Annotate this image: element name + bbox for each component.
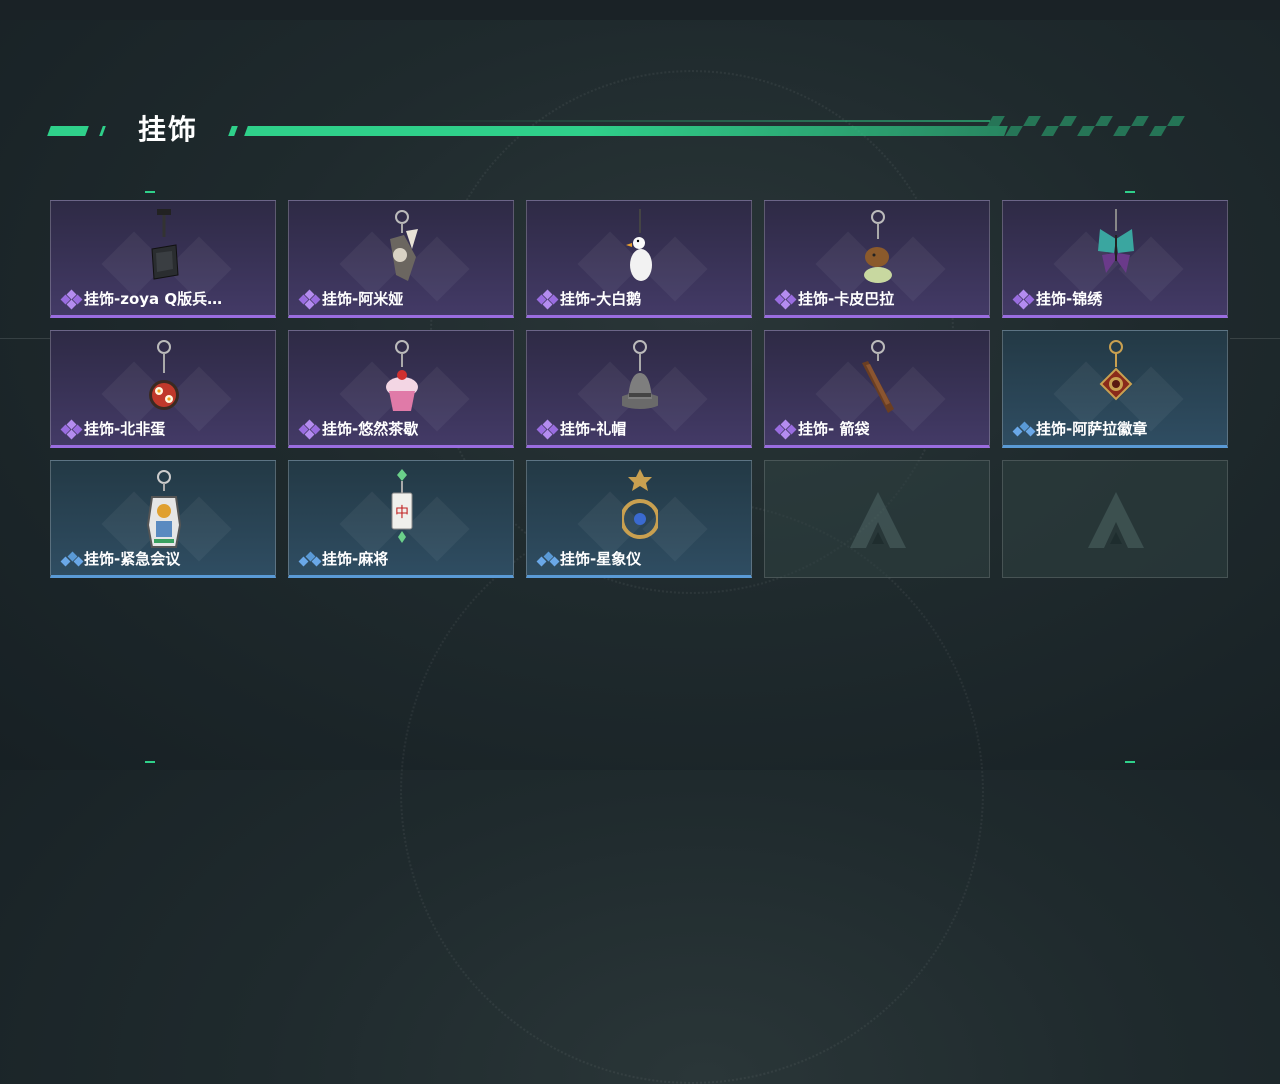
charm-label: 挂饰-麻将 xyxy=(298,548,389,569)
charm-name: 挂饰-悠然茶歇 xyxy=(322,420,419,438)
charm-label: 挂饰-礼帽 xyxy=(536,418,627,439)
epic-rarity-icon xyxy=(60,419,83,439)
rare-rarity-icon xyxy=(60,550,84,568)
header-accent xyxy=(47,126,89,136)
epic-rarity-icon xyxy=(536,289,559,309)
header-checker-pattern xyxy=(987,116,1200,136)
charm-card[interactable]: 挂饰-大白鹅 xyxy=(526,200,752,318)
charm-label: 挂饰-紧急会议 xyxy=(60,548,181,569)
badge-medal-charm-icon xyxy=(1099,340,1133,401)
header-bar xyxy=(244,126,1008,136)
charm-card[interactable]: 挂饰-礼帽 xyxy=(526,330,752,448)
quiver-charm-icon xyxy=(862,340,894,413)
charm-card[interactable]: 挂饰-星象仪 xyxy=(526,460,752,578)
charm-card[interactable]: 挂饰-卡皮巴拉 xyxy=(764,200,990,318)
header-accent xyxy=(99,126,106,136)
header-accent xyxy=(228,126,238,136)
figure-emblem-charm-icon xyxy=(146,470,182,548)
charm-name: 挂饰-卡皮巴拉 xyxy=(798,290,895,308)
charm-card[interactable]: 挂饰-紧急会议 xyxy=(50,460,276,578)
corner-tick xyxy=(145,191,155,193)
rare-rarity-icon xyxy=(298,550,322,568)
epic-rarity-icon xyxy=(536,419,559,439)
charm-card[interactable]: 挂饰-zoya Q版兵… xyxy=(50,200,276,318)
charm-name: 挂饰-麻将 xyxy=(322,550,389,568)
corner-tick xyxy=(1125,191,1135,193)
charm-card[interactable]: 挂饰-阿米娅 xyxy=(288,200,514,318)
charm-name: 挂饰- 箭袋 xyxy=(798,420,870,438)
charm-name: 挂饰-阿米娅 xyxy=(322,290,404,308)
empty-slot-logo-icon xyxy=(850,492,906,548)
charm-name: 挂饰-锦绣 xyxy=(1036,290,1103,308)
charm-name: 挂饰-紧急会议 xyxy=(84,550,181,568)
side-line-left xyxy=(0,338,50,339)
charm-name: 挂饰-zoya Q版兵… xyxy=(84,290,223,308)
charm-card[interactable]: 挂饰-阿萨拉徽章 xyxy=(1002,330,1228,448)
epic-rarity-icon xyxy=(60,289,83,309)
side-line-right xyxy=(1230,338,1280,339)
charm-label: 挂饰-zoya Q版兵… xyxy=(60,288,223,309)
corner-tick xyxy=(145,761,155,763)
charm-name: 挂饰-北非蛋 xyxy=(84,420,166,438)
corner-tick xyxy=(1125,761,1135,763)
epic-rarity-icon xyxy=(298,419,321,439)
black-bag-charm-icon xyxy=(151,209,179,280)
charm-name: 挂饰-礼帽 xyxy=(560,420,627,438)
charm-label: 挂饰-锦绣 xyxy=(1012,288,1103,309)
cupcake-charm-icon xyxy=(386,340,418,411)
epic-rarity-icon xyxy=(774,419,797,439)
charm-label: 挂饰-悠然茶歇 xyxy=(298,418,419,439)
rare-rarity-icon xyxy=(1012,420,1036,438)
shakshuka-pan-charm-icon xyxy=(149,340,179,410)
charm-name: 挂饰-大白鹅 xyxy=(560,290,642,308)
charm-card[interactable]: 中挂饰-麻将 xyxy=(288,460,514,578)
rare-rarity-icon xyxy=(536,550,560,568)
charm-label: 挂饰- 箭袋 xyxy=(774,418,870,439)
empty-slot[interactable] xyxy=(764,460,990,578)
charm-card[interactable]: 挂饰- 箭袋 xyxy=(764,330,990,448)
empty-slot-logo-icon xyxy=(1088,492,1144,548)
mahjong-tile-charm-icon: 中 xyxy=(391,469,413,543)
capybara-charm-icon xyxy=(864,210,892,283)
rabbit-figure-charm-icon xyxy=(390,210,418,281)
charm-name: 挂饰-星象仪 xyxy=(560,550,642,568)
charm-label: 挂饰-大白鹅 xyxy=(536,288,642,309)
header-thin-line xyxy=(420,120,990,122)
charm-card[interactable]: 挂饰-北非蛋 xyxy=(50,330,276,448)
butterfly-charm-icon xyxy=(1098,209,1134,273)
astrolabe-charm-icon xyxy=(622,469,658,539)
charm-name: 挂饰-阿萨拉徽章 xyxy=(1036,420,1148,438)
fedora-hat-charm-icon xyxy=(622,340,658,409)
charm-label: 挂饰-阿萨拉徽章 xyxy=(1012,418,1148,439)
empty-slot[interactable] xyxy=(1002,460,1228,578)
charm-label: 挂饰-阿米娅 xyxy=(298,288,404,309)
charm-label: 挂饰-北非蛋 xyxy=(60,418,166,439)
epic-rarity-icon xyxy=(1012,289,1035,309)
epic-rarity-icon xyxy=(774,289,797,309)
charm-card[interactable]: 挂饰-锦绣 xyxy=(1002,200,1228,318)
page-title: 挂饰 xyxy=(138,113,199,146)
white-goose-charm-icon xyxy=(626,209,652,281)
svg-text:中: 中 xyxy=(395,505,409,521)
epic-rarity-icon xyxy=(298,289,321,309)
charm-label: 挂饰-星象仪 xyxy=(536,548,642,569)
background-ring xyxy=(400,500,984,1084)
top-bar xyxy=(0,0,1280,20)
charm-card[interactable]: 挂饰-悠然茶歇 xyxy=(288,330,514,448)
charm-label: 挂饰-卡皮巴拉 xyxy=(774,288,895,309)
